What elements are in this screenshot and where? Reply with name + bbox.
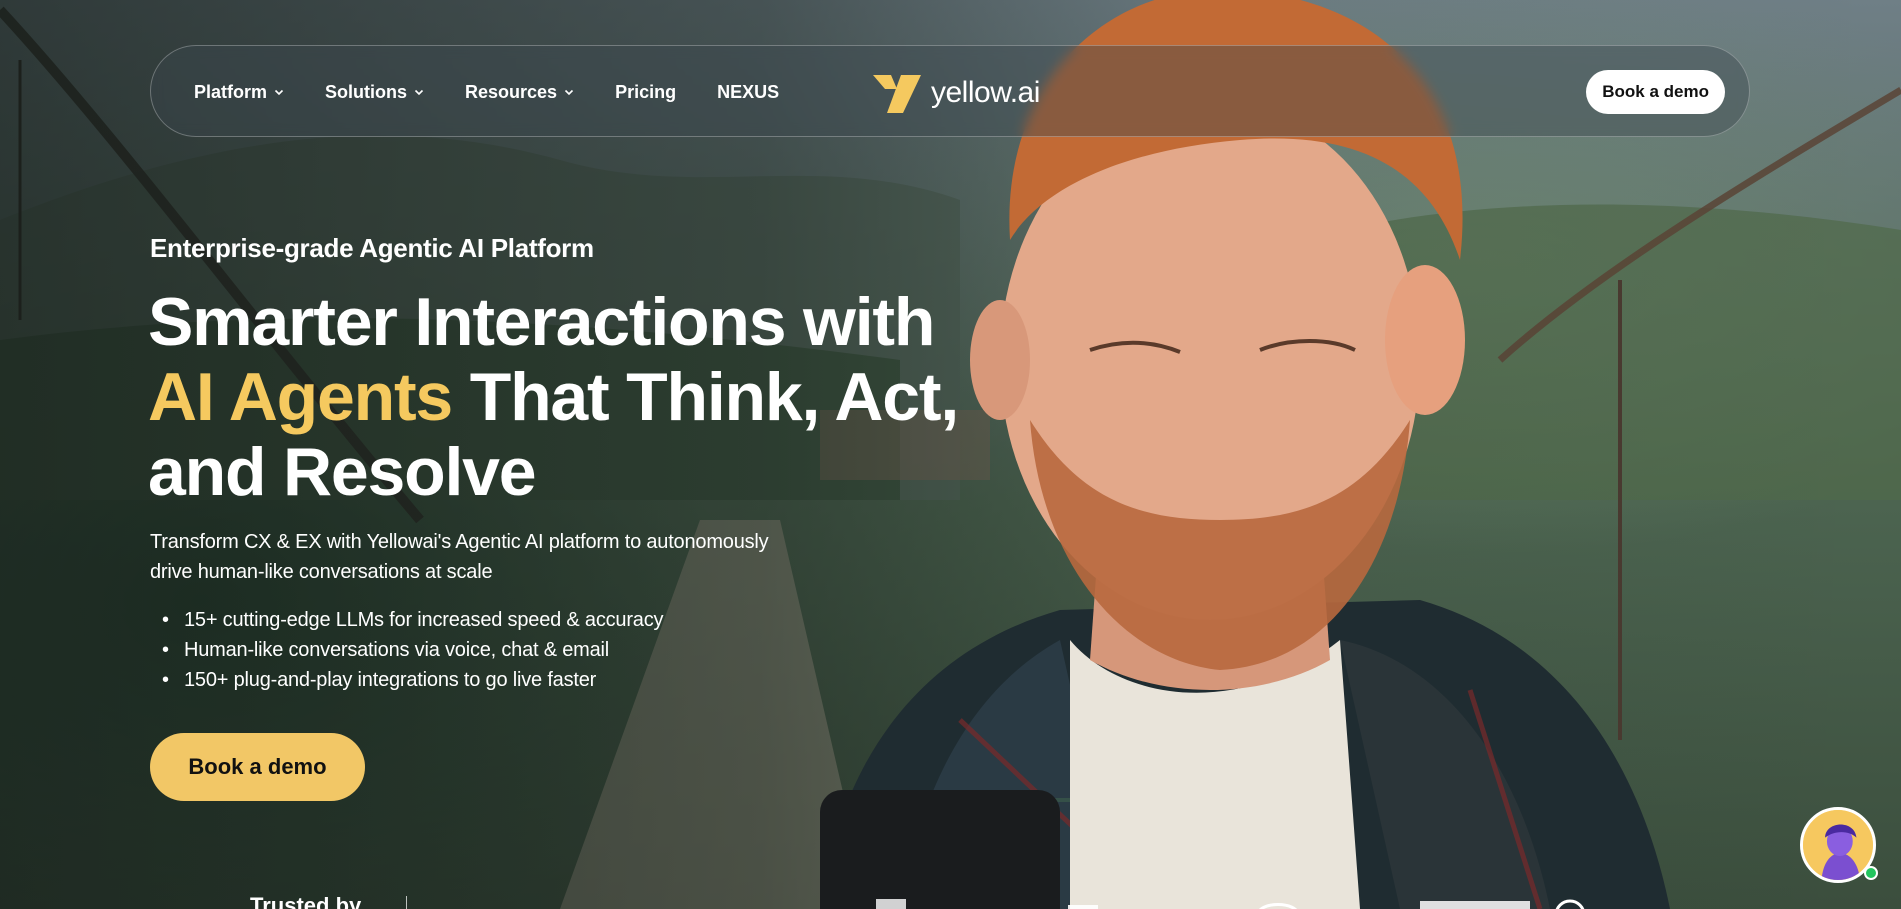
chat-assistant-avatar-icon <box>1803 810 1873 880</box>
chevron-down-icon <box>274 89 284 96</box>
nav-book-demo-button[interactable]: Book a demo <box>1586 70 1725 114</box>
client-logo-3 <box>1259 903 1297 909</box>
bullet-icon: • <box>162 639 169 661</box>
hero-feature-list: • 15+ cutting-edge LLMs for increased spe… <box>160 605 664 695</box>
hero-headline: Smarter Interactions with AI Agents That… <box>148 285 1008 510</box>
nav-links: Platform Solutions Resources Pricing NEX… <box>194 46 779 138</box>
bullet-icon: • <box>162 669 169 691</box>
online-status-dot <box>1864 866 1878 880</box>
client-logo-strip <box>876 899 1585 909</box>
feature-text: 150+ plug-and-play integrations to go li… <box>184 669 597 691</box>
brand-logo[interactable]: yellow.ai <box>871 70 1040 116</box>
headline-line-1: Smarter Interactions with <box>148 284 935 360</box>
list-item: • 15+ cutting-edge LLMs for increased spe… <box>160 605 664 635</box>
nav-item-platform[interactable]: Platform <box>194 82 284 103</box>
yellow-ai-logo-icon <box>873 75 921 113</box>
list-item: • Human-like conversations via voice, cha… <box>160 635 663 665</box>
chevron-down-icon <box>565 89 574 96</box>
nav-item-label: Pricing <box>615 81 677 102</box>
nav-item-solutions[interactable]: Solutions <box>325 82 424 103</box>
nav-item-resources[interactable]: Resources <box>465 82 574 103</box>
nav-item-label: NEXUS <box>717 81 780 102</box>
nav-item-nexus[interactable]: NEXUS <box>717 82 779 103</box>
top-navigation: Platform Solutions Resources Pricing NEX… <box>150 45 1750 137</box>
trusted-by-label: Trusted by <box>250 893 362 909</box>
feature-text: 15+ cutting-edge LLMs for increased spee… <box>184 609 664 631</box>
bullet-icon: • <box>162 609 169 631</box>
nav-item-label: Solutions <box>325 81 408 102</box>
client-logo-5 <box>1555 899 1585 909</box>
nav-item-label: Platform <box>194 81 268 102</box>
brand-name: yellow.ai <box>931 76 1040 109</box>
nav-item-label: Resources <box>465 81 558 102</box>
headline-line-2-rest: That Think, Act, <box>452 359 959 435</box>
client-logo-4 <box>1420 901 1530 909</box>
headline-accent: AI Agents <box>148 359 453 435</box>
client-logo-2 <box>1068 905 1098 909</box>
hero-book-demo-button[interactable]: Book a demo <box>150 733 365 801</box>
headline-line-3: and Resolve <box>148 434 537 510</box>
nav-item-pricing[interactable]: Pricing <box>615 82 676 103</box>
divider <box>406 896 407 909</box>
chevron-down-icon <box>414 89 424 96</box>
hero-eyebrow: Enterprise-grade Agentic AI Platform <box>150 233 594 263</box>
hero-subtitle: Transform CX & EX with Yellowai's Agenti… <box>150 531 769 583</box>
client-logo-1 <box>876 899 906 909</box>
feature-text: Human-like conversations via voice, chat… <box>184 639 610 661</box>
list-item: • 150+ plug-and-play integrations to go l… <box>160 665 663 695</box>
